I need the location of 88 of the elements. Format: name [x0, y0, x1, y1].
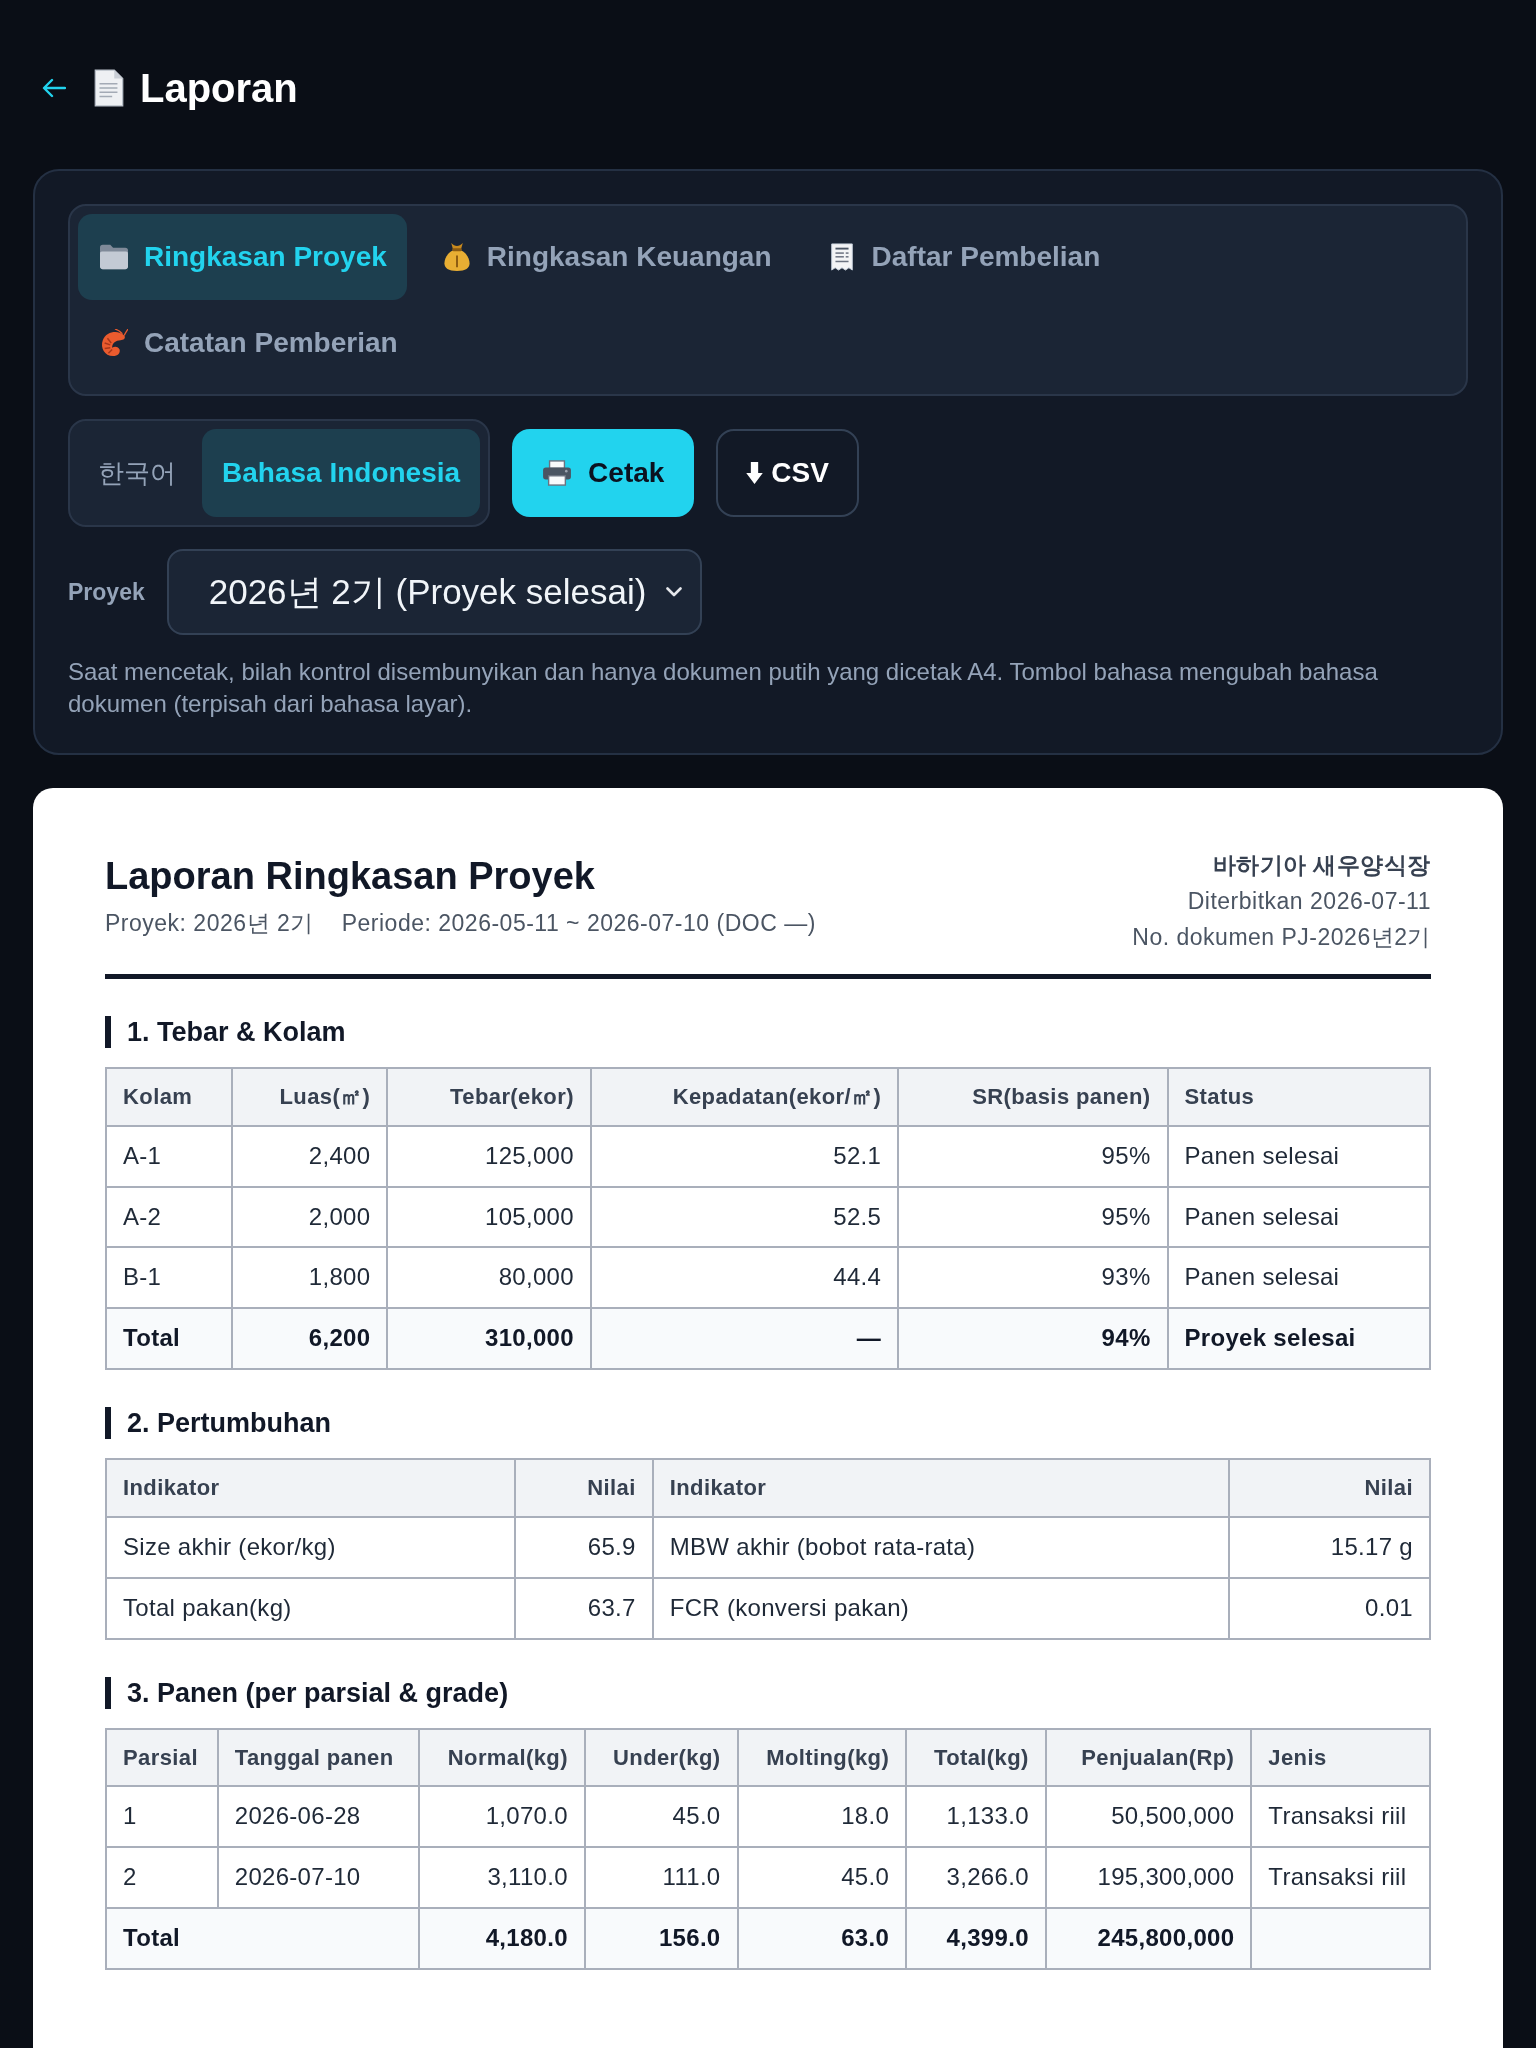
table-cell: 2026-06-28 [217, 1786, 420, 1848]
column-header: Indikator [652, 1459, 1230, 1517]
table-cell: 2,000 [231, 1186, 388, 1248]
money-bag-icon [442, 243, 471, 271]
column-header: Penjualan(Rp) [1045, 1728, 1252, 1787]
table-cell: 105,000 [387, 1186, 591, 1248]
language-option[interactable]: 한국어 [78, 429, 196, 517]
table-cell: 18.0 [737, 1786, 907, 1848]
table-cell: 45.0 [584, 1786, 738, 1848]
table-cell: A-1 [106, 1125, 232, 1187]
table-cell: Total [106, 1908, 420, 1969]
column-header: Kepadatan(ekor/㎡) [590, 1068, 899, 1126]
language-option[interactable]: Bahasa Indonesia [202, 429, 481, 517]
column-header: Tanggal panen [217, 1728, 420, 1787]
column-header: Luas(㎡) [231, 1068, 388, 1126]
table-cell: 4,180.0 [419, 1908, 585, 1969]
table-cell: Total pakan(kg) [106, 1577, 516, 1639]
column-header: Normal(kg) [419, 1728, 585, 1787]
print-note: Saat mencetak, bilah kontrol disembunyikan dan hanya dokumen putih yang dicetak A4. Tombol bahasa mengubah bahasa dokumen (terpisah dari bahasa layar). [68, 657, 1379, 719]
table-cell: Total [106, 1308, 232, 1370]
table-cell: 52.1 [590, 1125, 899, 1187]
table-cell: 0.01 [1229, 1577, 1430, 1639]
table-cell: 1,070.0 [419, 1786, 585, 1848]
column-header: Nilai [515, 1459, 653, 1517]
section-heading: 3. Panen (per parsial & grade) [105, 1676, 1431, 1709]
page-icon [94, 69, 124, 107]
table-cell: Proyek selesai [1167, 1308, 1430, 1370]
issue-date: Diterbitkan 2026-07-11 [1187, 887, 1431, 916]
report-tab[interactable]: Daftar Pembelian [805, 214, 1121, 300]
column-header: Under(kg) [584, 1728, 738, 1787]
table-cell: 125,000 [387, 1125, 591, 1187]
document-number: No. dokumen PJ-2026년2기 [1132, 923, 1431, 952]
printer-icon [542, 460, 573, 486]
project-label: Proyek [68, 578, 145, 606]
table-cell: 310,000 [387, 1308, 591, 1370]
table-cell: Panen selesai [1167, 1125, 1430, 1187]
report-meta: Periode: 2026-05-11 ~ 2026-07-10 (DOC —) [341, 909, 816, 938]
column-header: Nilai [1229, 1459, 1430, 1517]
table-cell: Panen selesai [1167, 1186, 1430, 1248]
back-button[interactable] [42, 78, 66, 98]
table-cell: 65.9 [515, 1516, 653, 1578]
table-cell: FCR (konversi pakan) [652, 1577, 1230, 1639]
table-cell: 15.17 g [1229, 1516, 1430, 1578]
chevron-down-icon [666, 587, 683, 597]
report-tab[interactable]: Ringkasan Keuangan [420, 214, 792, 300]
table-cell: — [590, 1308, 899, 1370]
report-tab[interactable]: Catatan Pemberian [78, 300, 418, 386]
column-header: Molting(kg) [737, 1728, 907, 1787]
table-cell: 1,133.0 [906, 1786, 1046, 1848]
table-cell: 2,400 [231, 1125, 388, 1187]
table-cell: 95% [898, 1186, 1168, 1248]
report-tab[interactable]: Ringkasan Proyek [78, 214, 407, 300]
company-name: 바하기아 새우양식장 [1212, 851, 1431, 880]
folder-icon [100, 243, 128, 271]
table-cell: Transaksi riil [1251, 1786, 1430, 1848]
section-heading: 1. Tebar & Kolam [105, 1016, 1431, 1048]
column-header: Indikator [106, 1459, 516, 1517]
table-cell: A-2 [106, 1186, 232, 1248]
download-arrow-icon [746, 462, 764, 484]
project-select[interactable]: 2026년 2기 (Proyek selesai) [166, 549, 703, 635]
report-title: Laporan Ringkasan Proyek [105, 854, 596, 898]
column-header: Jenis [1251, 1728, 1430, 1787]
column-header: Total(kg) [906, 1728, 1046, 1787]
table-cell: 50,500,000 [1045, 1786, 1252, 1848]
page-title: Laporan [140, 65, 298, 111]
print-button[interactable]: Cetak [512, 429, 695, 517]
table-cell: 156.0 [584, 1908, 738, 1969]
column-header: Status [1167, 1068, 1430, 1126]
table-cell: 52.5 [590, 1186, 899, 1248]
table-cell: MBW akhir (bobot rata-rata) [652, 1516, 1230, 1578]
table-cell: 94% [898, 1308, 1168, 1370]
download-button[interactable]: CSV [716, 429, 859, 517]
column-header: Parsial [106, 1728, 218, 1787]
table-cell: 63.0 [737, 1908, 907, 1969]
table-cell: 1 [106, 1786, 218, 1848]
table-cell: 63.7 [515, 1577, 653, 1639]
table-cell: 95% [898, 1125, 1168, 1187]
table-cell: Size akhir (ekor/kg) [106, 1516, 516, 1578]
table-cell: 245,800,000 [1045, 1908, 1252, 1969]
arrow-left-icon [42, 78, 66, 98]
column-header: SR(basis panen) [898, 1068, 1168, 1126]
column-header: Tebar(ekor) [387, 1068, 591, 1126]
report-meta: Proyek: 2026년 2기 [105, 909, 314, 938]
column-header: Kolam [106, 1068, 232, 1126]
shrimp-icon [100, 329, 128, 357]
table-cell: 4,399.0 [906, 1908, 1046, 1969]
table-cell: 6,200 [231, 1308, 388, 1370]
section-heading: 2. Pertumbuhan [105, 1407, 1431, 1440]
